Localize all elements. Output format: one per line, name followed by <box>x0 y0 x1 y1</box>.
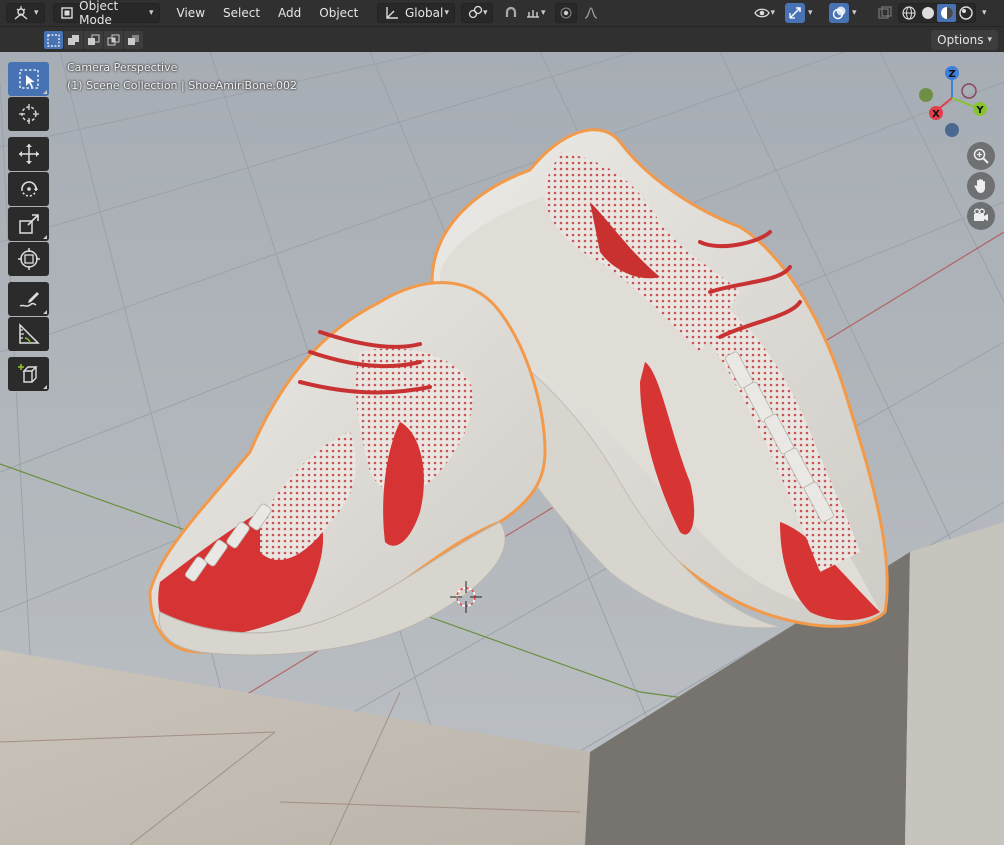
measure-icon <box>18 323 40 344</box>
zoom-view-button[interactable] <box>967 142 995 170</box>
transform-orientation-label: Global <box>405 6 444 20</box>
overlay-icon <box>831 4 847 22</box>
select-mode-set[interactable] <box>44 31 63 49</box>
gizmo-icon <box>787 4 803 22</box>
3d-viewport-icon <box>12 4 30 22</box>
mode-dropdown[interactable]: Object Mode ▾ <box>52 0 160 27</box>
camera-icon <box>974 208 988 221</box>
3d-viewport[interactable]: Camera Perspective (1) Scene Collection … <box>0 52 1004 845</box>
transform-orientation-icon <box>383 4 401 22</box>
gizmo-toggle[interactable] <box>785 3 805 23</box>
annotate-icon <box>19 292 39 307</box>
camera-view-button[interactable] <box>967 202 995 230</box>
snap-target-dropdown[interactable]: ▾ <box>520 3 550 23</box>
tool-move[interactable] <box>8 137 49 171</box>
transform-icon <box>17 248 40 270</box>
tool-transform[interactable] <box>8 242 49 276</box>
transform-orientation-dropdown[interactable]: Global ▾ <box>377 3 455 23</box>
menu-select[interactable]: Select <box>218 3 265 23</box>
selection-mode-group <box>44 31 143 49</box>
add-cube-icon <box>17 364 38 383</box>
pivot-point-dropdown[interactable]: ▾ <box>461 3 493 23</box>
viewport-header: ▾ Object Mode ▾ View Select Add Object G… <box>0 0 1004 27</box>
gizmo-x-label: X <box>932 109 940 120</box>
hand-icon <box>974 179 985 193</box>
gizmo-z-label: Z <box>948 69 955 80</box>
view-name: Camera Perspective <box>67 61 178 74</box>
shading-mode-group <box>898 3 976 23</box>
tool-select-box[interactable] <box>8 62 49 96</box>
gizmo-dropdown[interactable]: ▾ <box>806 3 822 23</box>
select-mode-invert[interactable] <box>124 31 143 49</box>
overlay-dropdown[interactable]: ▾ <box>850 3 866 23</box>
overlay-toggle[interactable] <box>829 3 849 23</box>
chevron-down-icon: ▾ <box>852 8 857 18</box>
falloff-dropdown[interactable] <box>578 3 602 23</box>
proportional-edit-toggle[interactable] <box>555 3 577 23</box>
options-label: Options <box>937 33 984 47</box>
zoom-icon <box>973 148 989 164</box>
gizmo-neg-z[interactable] <box>945 123 959 137</box>
tool-cursor[interactable] <box>8 97 49 131</box>
move-icon <box>18 144 39 164</box>
select-mode-subtract[interactable] <box>84 31 103 49</box>
falloff-curve-icon <box>583 4 599 22</box>
pedestal-right <box>905 522 1004 845</box>
tool-shelf <box>8 62 49 392</box>
select-box-icon <box>18 69 39 89</box>
navigation-gizmo[interactable]: Z X Y <box>912 64 992 144</box>
material-preview-icon[interactable] <box>937 4 956 22</box>
chevron-down-icon: ▾ <box>770 8 775 18</box>
rendered-shading-icon[interactable] <box>956 4 975 22</box>
collection-info: (1) Scene Collection | ShoeAmiriBone.002 <box>67 79 298 92</box>
chevron-down-icon: ▾ <box>444 8 449 18</box>
xray-icon <box>876 4 894 22</box>
solid-shading-icon[interactable] <box>918 4 937 22</box>
pivot-point-icon <box>467 4 483 22</box>
chevron-down-icon: ▾ <box>808 8 813 18</box>
gizmo-neg-x[interactable] <box>961 83 977 99</box>
xray-toggle[interactable] <box>874 3 896 23</box>
menu-view[interactable]: View <box>172 3 210 23</box>
scene-render <box>0 52 1004 845</box>
mode-label: Object Mode <box>79 0 119 27</box>
chevron-down-icon: ▾ <box>34 8 39 18</box>
tool-add-cube[interactable] <box>8 357 49 391</box>
tool-settings-bar: Options ▾ <box>0 26 1004 52</box>
editor-type-dropdown[interactable]: ▾ <box>6 3 45 23</box>
proportional-edit-icon <box>558 4 574 22</box>
shading-dropdown[interactable]: ▾ <box>980 3 998 23</box>
tool-annotate[interactable] <box>8 282 49 316</box>
chevron-down-icon: ▾ <box>483 8 488 18</box>
gizmo-y-label: Y <box>975 105 984 116</box>
visibility-dropdown[interactable]: ▾ <box>748 3 780 23</box>
tool-rotate[interactable] <box>8 172 49 206</box>
snap-toggle[interactable] <box>498 3 520 23</box>
snap-icon <box>503 4 519 22</box>
menu-add[interactable]: Add <box>273 3 306 23</box>
pan-view-button[interactable] <box>967 172 995 200</box>
chevron-down-icon: ▾ <box>982 8 987 18</box>
rotate-icon <box>20 181 38 197</box>
wireframe-shading-icon[interactable] <box>899 4 918 22</box>
tool-measure[interactable] <box>8 317 49 351</box>
snap-increment-icon <box>525 4 541 22</box>
object-mode-icon <box>59 4 76 22</box>
gizmo-neg-y[interactable] <box>919 88 933 102</box>
tool-scale[interactable] <box>8 207 49 241</box>
menu-object[interactable]: Object <box>314 3 363 23</box>
scale-icon <box>18 214 39 234</box>
options-dropdown[interactable]: Options ▾ <box>931 30 998 50</box>
select-mode-intersect[interactable] <box>104 31 123 49</box>
select-mode-extend[interactable] <box>64 31 83 49</box>
chevron-down-icon: ▾ <box>541 8 546 18</box>
chevron-down-icon: ▾ <box>149 8 154 18</box>
cursor-icon <box>18 104 39 124</box>
chevron-down-icon: ▾ <box>987 35 992 45</box>
visibility-eye-icon <box>753 4 770 22</box>
